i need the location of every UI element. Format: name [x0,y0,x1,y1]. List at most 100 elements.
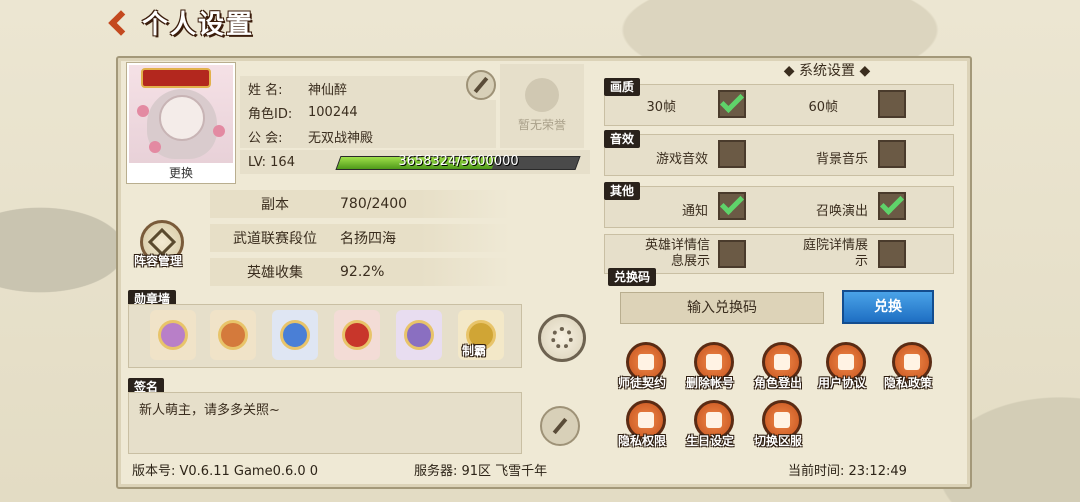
stat-key: 英雄收集 [247,265,303,281]
graphics-label: 画质 [604,78,641,96]
fps30-checkbox[interactable] [718,88,746,118]
sound-label: 音效 [604,130,641,148]
redeem-button[interactable]: 兑换 [842,290,934,324]
id-row: 角色ID: 100244 [240,100,496,124]
avatar-face [159,95,205,141]
notify-label: 通知 [681,204,708,219]
summon-checkbox[interactable] [878,190,906,220]
paw-icon [525,78,559,112]
birthday-label: 生日设定 [686,434,735,448]
stat-key: 副本 [261,197,289,213]
brush-icon [552,417,568,435]
bgm-checkbox[interactable] [878,140,906,168]
cake-icon [706,412,722,428]
stat-value: 名扬四海 [340,231,396,247]
user-agreement-label: 用户协议 [818,376,867,390]
id-value: 100244 [308,104,358,120]
brush-icon [473,76,489,94]
fps30-label: 30帧 [646,100,676,115]
system-settings-title: ◆ 系统设置 ◆ [783,63,871,79]
flower-icon [149,141,161,153]
avatar-card[interactable]: 更换 [126,62,236,184]
version-text: 版本号: V0.6.11 Game0.6.0 0 [132,464,319,479]
hero-detail-label: 英雄详情信息展示 [644,238,710,269]
header: 个人设置 [0,0,260,44]
exp-text: 3658324/5600000 [398,154,519,169]
fps60-checkbox[interactable] [878,90,906,118]
back-button[interactable] [100,6,134,40]
medal-1[interactable] [150,310,196,360]
handshake-icon [638,354,654,370]
server-text: 服务器: 91区 飞雪千年 [414,464,548,479]
privacy-policy-label: 隐私政策 [884,376,933,390]
current-time: 当前时间: 23:12:49 [788,464,907,479]
medal-icon [158,320,188,350]
medal-6-label: 制霸 [462,344,487,358]
notify-checkbox[interactable] [718,190,746,220]
hero-detail-checkbox[interactable] [718,240,746,268]
flower-icon [213,125,225,137]
medal-icon [280,320,310,350]
code-label: 兑换码 [608,268,657,286]
medal-icon [218,320,248,350]
check-icon [719,88,745,114]
yard-detail-label: 庭院详情展示 [802,238,868,269]
edit-signature-button[interactable] [540,406,580,446]
shield-icon [904,354,920,370]
document-icon [838,354,854,370]
name-value: 神仙醉 [308,82,348,98]
bgm-label: 背景音乐 [815,152,868,167]
stat-dungeon: 副本 780/2400 [210,190,510,218]
stat-value: 780/2400 [340,196,408,212]
signature-box[interactable]: 新人萌主，请多多关照~ [128,392,522,454]
exp-bar: 3658324/5600000 [335,154,581,170]
honor-slot[interactable]: 暂无荣誉 [500,64,584,148]
delete-account-label: 删除帐号 [686,376,735,390]
game-sound-label: 游戏音效 [655,152,708,167]
avatar [129,65,233,163]
id-key: 角色ID: [248,106,293,122]
medal-2[interactable] [210,310,256,360]
back-arrow-icon [108,10,134,36]
fps60-label: 60帧 [808,100,838,115]
trash-icon [706,354,722,370]
switch-server-label: 切换区服 [754,434,803,448]
gear-icon [551,327,573,349]
yard-detail-checkbox[interactable] [878,240,906,268]
logout-icon [774,354,790,370]
name-row: 姓 名: 神仙醉 [240,76,470,100]
medal-5[interactable] [396,310,442,360]
guild-value: 无双战神殿 [308,130,374,146]
medal-icon [404,320,434,350]
game-sound-checkbox[interactable] [718,140,746,168]
guild-row: 公 会: 无双战神殿 [240,124,496,148]
medal-4[interactable] [334,310,380,360]
medal-icon [342,320,372,350]
flower-icon [137,105,149,117]
medal-settings-button[interactable] [538,314,586,362]
change-avatar-button[interactable]: 更换 [127,163,235,183]
mentor-contract-label: 师徒契约 [618,376,667,390]
system-title-text: 系统设置 [799,63,855,79]
person-icon [638,412,654,428]
medal-3[interactable] [272,310,318,360]
check-icon [879,190,905,216]
level-label: LV: 164 [248,154,295,170]
other-label: 其他 [604,182,641,200]
stat-value: 92.2% [340,264,385,280]
redeem-code-input[interactable]: 输入兑换码 [620,292,824,324]
switch-icon [774,412,790,428]
honor-label: 暂无荣誉 [517,118,566,132]
edit-name-button[interactable] [466,70,496,100]
stat-key: 武道联赛段位 [233,231,317,247]
name-key: 姓 名: [248,82,283,98]
summon-label: 召唤演出 [815,204,868,219]
lineup-label: 阵容管理 [134,254,183,268]
page-title: 个人设置 [142,10,255,40]
stat-league-rank: 武道联赛段位 名扬四海 [210,224,510,252]
stat-hero-collection: 英雄收集 92.2% [210,258,510,286]
guild-key: 公 会: [248,130,283,146]
check-icon [719,190,745,216]
signature-text: 新人萌主，请多多关照~ [139,403,280,418]
logout-label: 角色登出 [754,376,803,390]
